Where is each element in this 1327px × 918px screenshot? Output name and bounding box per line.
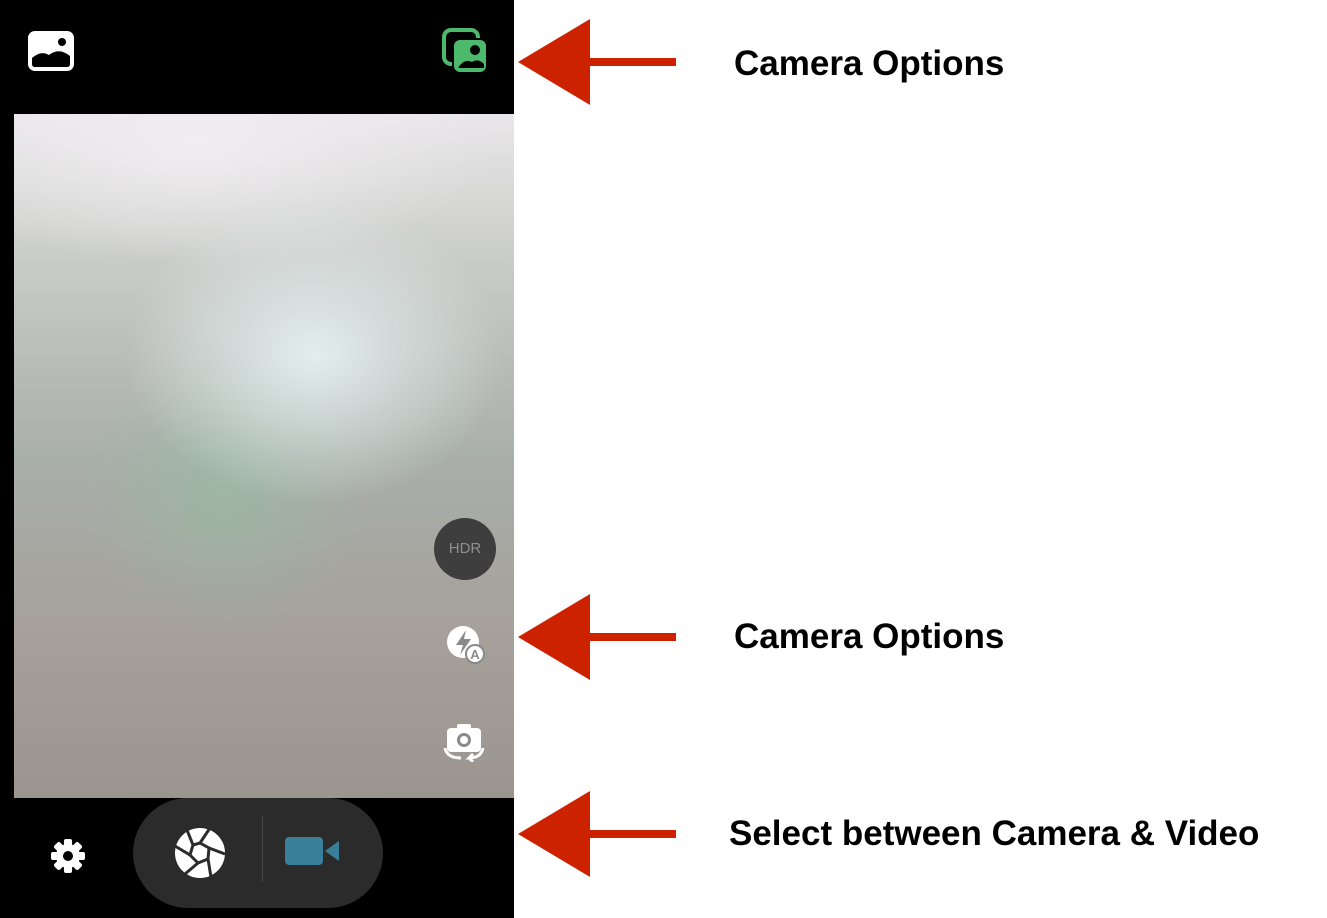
flash-auto-button[interactable]: A: [443, 622, 487, 666]
top-bar: [0, 0, 514, 114]
annotation-arrow-top: [518, 19, 676, 105]
shutter-icon: [174, 827, 226, 878]
video-camera-icon: [285, 837, 339, 865]
annotation-arrow-middle: [518, 594, 676, 680]
camera-mode-button[interactable]: [173, 826, 227, 880]
settings-button[interactable]: [48, 836, 88, 876]
hdr-button[interactable]: HDR: [434, 518, 496, 580]
svg-text:A: A: [470, 647, 480, 662]
annotation-arrow-bottom: [518, 791, 676, 877]
annotation-label-camera-options-middle: Camera Options: [734, 617, 1005, 656]
camera-viewfinder[interactable]: [14, 114, 514, 798]
camera-video-mode-switcher: [133, 798, 383, 908]
annotation-label-camera-options-top: Camera Options: [734, 44, 1005, 83]
flip-camera-icon: [443, 724, 485, 764]
switch-camera-button[interactable]: [442, 28, 490, 76]
flash-auto-icon: A: [447, 626, 485, 664]
gear-icon: [51, 839, 85, 873]
switch-camera-icon: [442, 28, 488, 74]
annotation-label-select-camera-video: Select between Camera & Video: [729, 814, 1260, 853]
gallery-icon: [28, 31, 74, 71]
flip-camera-button[interactable]: [443, 722, 487, 764]
camera-app-screen: HDR A: [0, 0, 514, 918]
gallery-button[interactable]: [26, 28, 76, 74]
video-mode-button[interactable]: [283, 833, 343, 869]
mode-divider: [262, 816, 263, 882]
